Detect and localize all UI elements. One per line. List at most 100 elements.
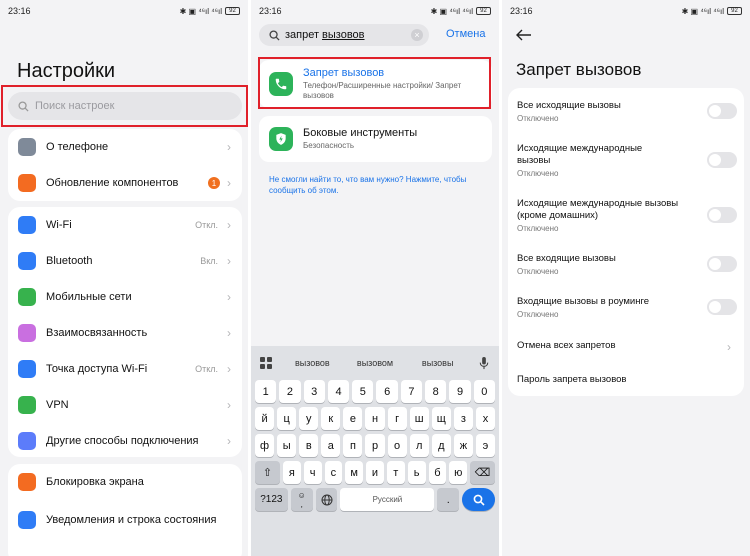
option-outgoing-international[interactable]: Исходящие международные вызовы Отключено — [517, 143, 737, 178]
settings-item[interactable]: Bluetooth Вкл. › — [8, 243, 242, 279]
keyboard-key[interactable]: ж — [453, 434, 473, 457]
settings-item-label: Точка доступа Wi-Fi — [46, 363, 148, 375]
keyboard-key[interactable]: ю — [449, 461, 468, 484]
settings-item[interactable]: Мобильные сети › — [8, 279, 242, 315]
search-result-call-barring[interactable]: Запрет вызовов Телефон/Расширенные настр… — [259, 60, 492, 108]
keyboard-key[interactable]: ц — [277, 407, 297, 430]
option-status: Отключено — [517, 310, 559, 319]
keyboard-key[interactable]: п — [343, 434, 363, 457]
keyboard-key[interactable]: ь — [407, 461, 426, 484]
mobile-network-icon — [18, 288, 36, 306]
suggestion[interactable]: вызовов — [281, 358, 344, 368]
keyboard-key[interactable]: 0 — [473, 380, 495, 403]
globe-icon[interactable] — [315, 488, 338, 511]
chevron-right-icon: › — [227, 362, 231, 376]
shift-key[interactable]: ⇧ — [255, 461, 280, 484]
keyboard-key[interactable]: с — [324, 461, 343, 484]
settings-item[interactable]: Взаимосвязанность › — [8, 315, 242, 351]
toggle-switch[interactable] — [707, 207, 737, 223]
keyboard-key[interactable]: г — [387, 407, 407, 430]
option-all-incoming[interactable]: Все входящие вызовы Отключено — [517, 253, 737, 276]
keyboard-key[interactable]: я — [282, 461, 301, 484]
cancel-all-barring[interactable]: Отмена всех запретов › — [517, 340, 737, 354]
comma-emoji-key[interactable]: ☺ , — [290, 488, 313, 511]
space-key[interactable]: Русский — [340, 488, 435, 511]
option-outgoing-international-except-home[interactable]: Исходящие международные вызовы (кроме до… — [517, 198, 737, 233]
keyboard-key[interactable]: и — [366, 461, 384, 484]
settings-item[interactable]: Другие способы подключения › — [8, 423, 242, 459]
vpn-icon — [18, 396, 36, 414]
settings-item[interactable]: Wi-Fi Откл. › — [8, 207, 242, 243]
search-input[interactable]: запрет вызовов × — [259, 24, 429, 46]
toggle-switch[interactable] — [707, 152, 737, 168]
keyboard-key[interactable]: 7 — [400, 380, 423, 403]
toggle-switch[interactable] — [707, 299, 737, 315]
option-status: Отключено — [517, 169, 559, 178]
keyboard-key[interactable]: в — [299, 434, 319, 457]
search-input[interactable]: Поиск настроек — [8, 92, 242, 120]
keyboard-key[interactable]: 2 — [279, 380, 301, 403]
toggle-switch[interactable] — [707, 256, 737, 272]
keyboard-key[interactable]: о — [387, 434, 407, 457]
keyboard-key[interactable]: х — [475, 407, 496, 430]
cancel-button[interactable]: Отмена — [446, 28, 485, 40]
keyboard-key[interactable]: р — [365, 434, 385, 457]
settings-item[interactable]: О телефоне › — [8, 129, 242, 165]
settings-item[interactable]: Обновление компонентов 1 › — [8, 165, 242, 201]
microphone-icon[interactable] — [469, 356, 499, 370]
settings-item[interactable]: Уведомления и строка состояния — [8, 500, 242, 540]
clear-icon[interactable]: × — [411, 29, 423, 41]
result-title: Запрет вызовов — [303, 67, 385, 79]
suggestion[interactable]: вызовом — [344, 358, 407, 368]
period-key[interactable]: . — [437, 488, 460, 511]
search-key[interactable] — [462, 488, 495, 511]
keyboard-key[interactable]: 9 — [449, 380, 471, 403]
keyboard-key[interactable]: з — [453, 407, 473, 430]
option-all-outgoing[interactable]: Все исходящие вызовы Отключено — [517, 100, 737, 123]
keyboard-key[interactable]: б — [428, 461, 447, 484]
keyboard-key[interactable]: 3 — [303, 380, 325, 403]
keyboard-key[interactable]: л — [409, 434, 429, 457]
keyboard-key[interactable]: щ — [431, 407, 451, 430]
keyboard-key[interactable]: ч — [303, 461, 322, 484]
keyboard-key[interactable]: у — [299, 407, 319, 430]
back-arrow-icon[interactable] — [516, 28, 532, 46]
keyboard-key[interactable]: ш — [409, 407, 429, 430]
option-title: Входящие вызовы в роуминге — [517, 296, 650, 307]
keyboard-key[interactable]: т — [386, 461, 405, 484]
settings-item-label: Мобильные сети — [46, 291, 132, 303]
keyboard-key[interactable]: 8 — [425, 380, 447, 403]
keyboard-key[interactable]: 5 — [352, 380, 374, 403]
keyboard-key[interactable]: д — [431, 434, 451, 457]
barring-password[interactable]: Пароль запрета вызовов — [517, 374, 737, 386]
suggestion[interactable]: вызовы — [406, 358, 469, 368]
keyboard-key[interactable]: ы — [277, 434, 297, 457]
keyboard-key[interactable]: а — [321, 434, 341, 457]
option-incoming-roaming[interactable]: Входящие вызовы в роуминге Отключено — [517, 296, 737, 319]
settings-item-value: Вкл. — [200, 256, 218, 266]
key-row-bottom: ?123 ☺ , Русский . — [251, 488, 499, 511]
keyboard-key[interactable]: э — [475, 434, 496, 457]
keyboard-key[interactable]: н — [365, 407, 385, 430]
keyboard-key[interactable]: й — [255, 407, 275, 430]
keyboard-key[interactable]: м — [345, 461, 364, 484]
search-panel: 23:16 ✱ ▣ ⁴⁶ıl ⁴⁶ıl 92 запрет вызовов × … — [251, 0, 499, 556]
settings-item-label: Bluetooth — [46, 255, 93, 267]
keyboard-key[interactable]: 1 — [255, 380, 277, 403]
feedback-link[interactable]: Не смогли найти то, что вам нужно? Нажми… — [269, 174, 479, 196]
phone-info-icon — [18, 138, 36, 156]
settings-item[interactable]: VPN › — [8, 387, 242, 423]
keyboard-key[interactable]: 6 — [376, 380, 398, 403]
keyboard-key[interactable]: к — [321, 407, 341, 430]
settings-item[interactable]: Блокировка экрана — [8, 464, 242, 500]
keyboard-key[interactable]: е — [343, 407, 363, 430]
backspace-icon[interactable]: ⌫ — [470, 461, 496, 484]
settings-item[interactable]: Точка доступа Wi-Fi Откл. › — [8, 351, 242, 387]
search-result-side-tools[interactable]: Боковые инструменты Безопасность — [259, 116, 492, 162]
toggle-switch[interactable] — [707, 103, 737, 119]
apps-grid-icon[interactable] — [251, 357, 281, 369]
keyboard-key[interactable]: ф — [255, 434, 275, 457]
keyboard-key[interactable]: 4 — [327, 380, 350, 403]
settings-item-value: Откл. — [195, 364, 218, 374]
symbols-key[interactable]: ?123 — [255, 488, 288, 511]
